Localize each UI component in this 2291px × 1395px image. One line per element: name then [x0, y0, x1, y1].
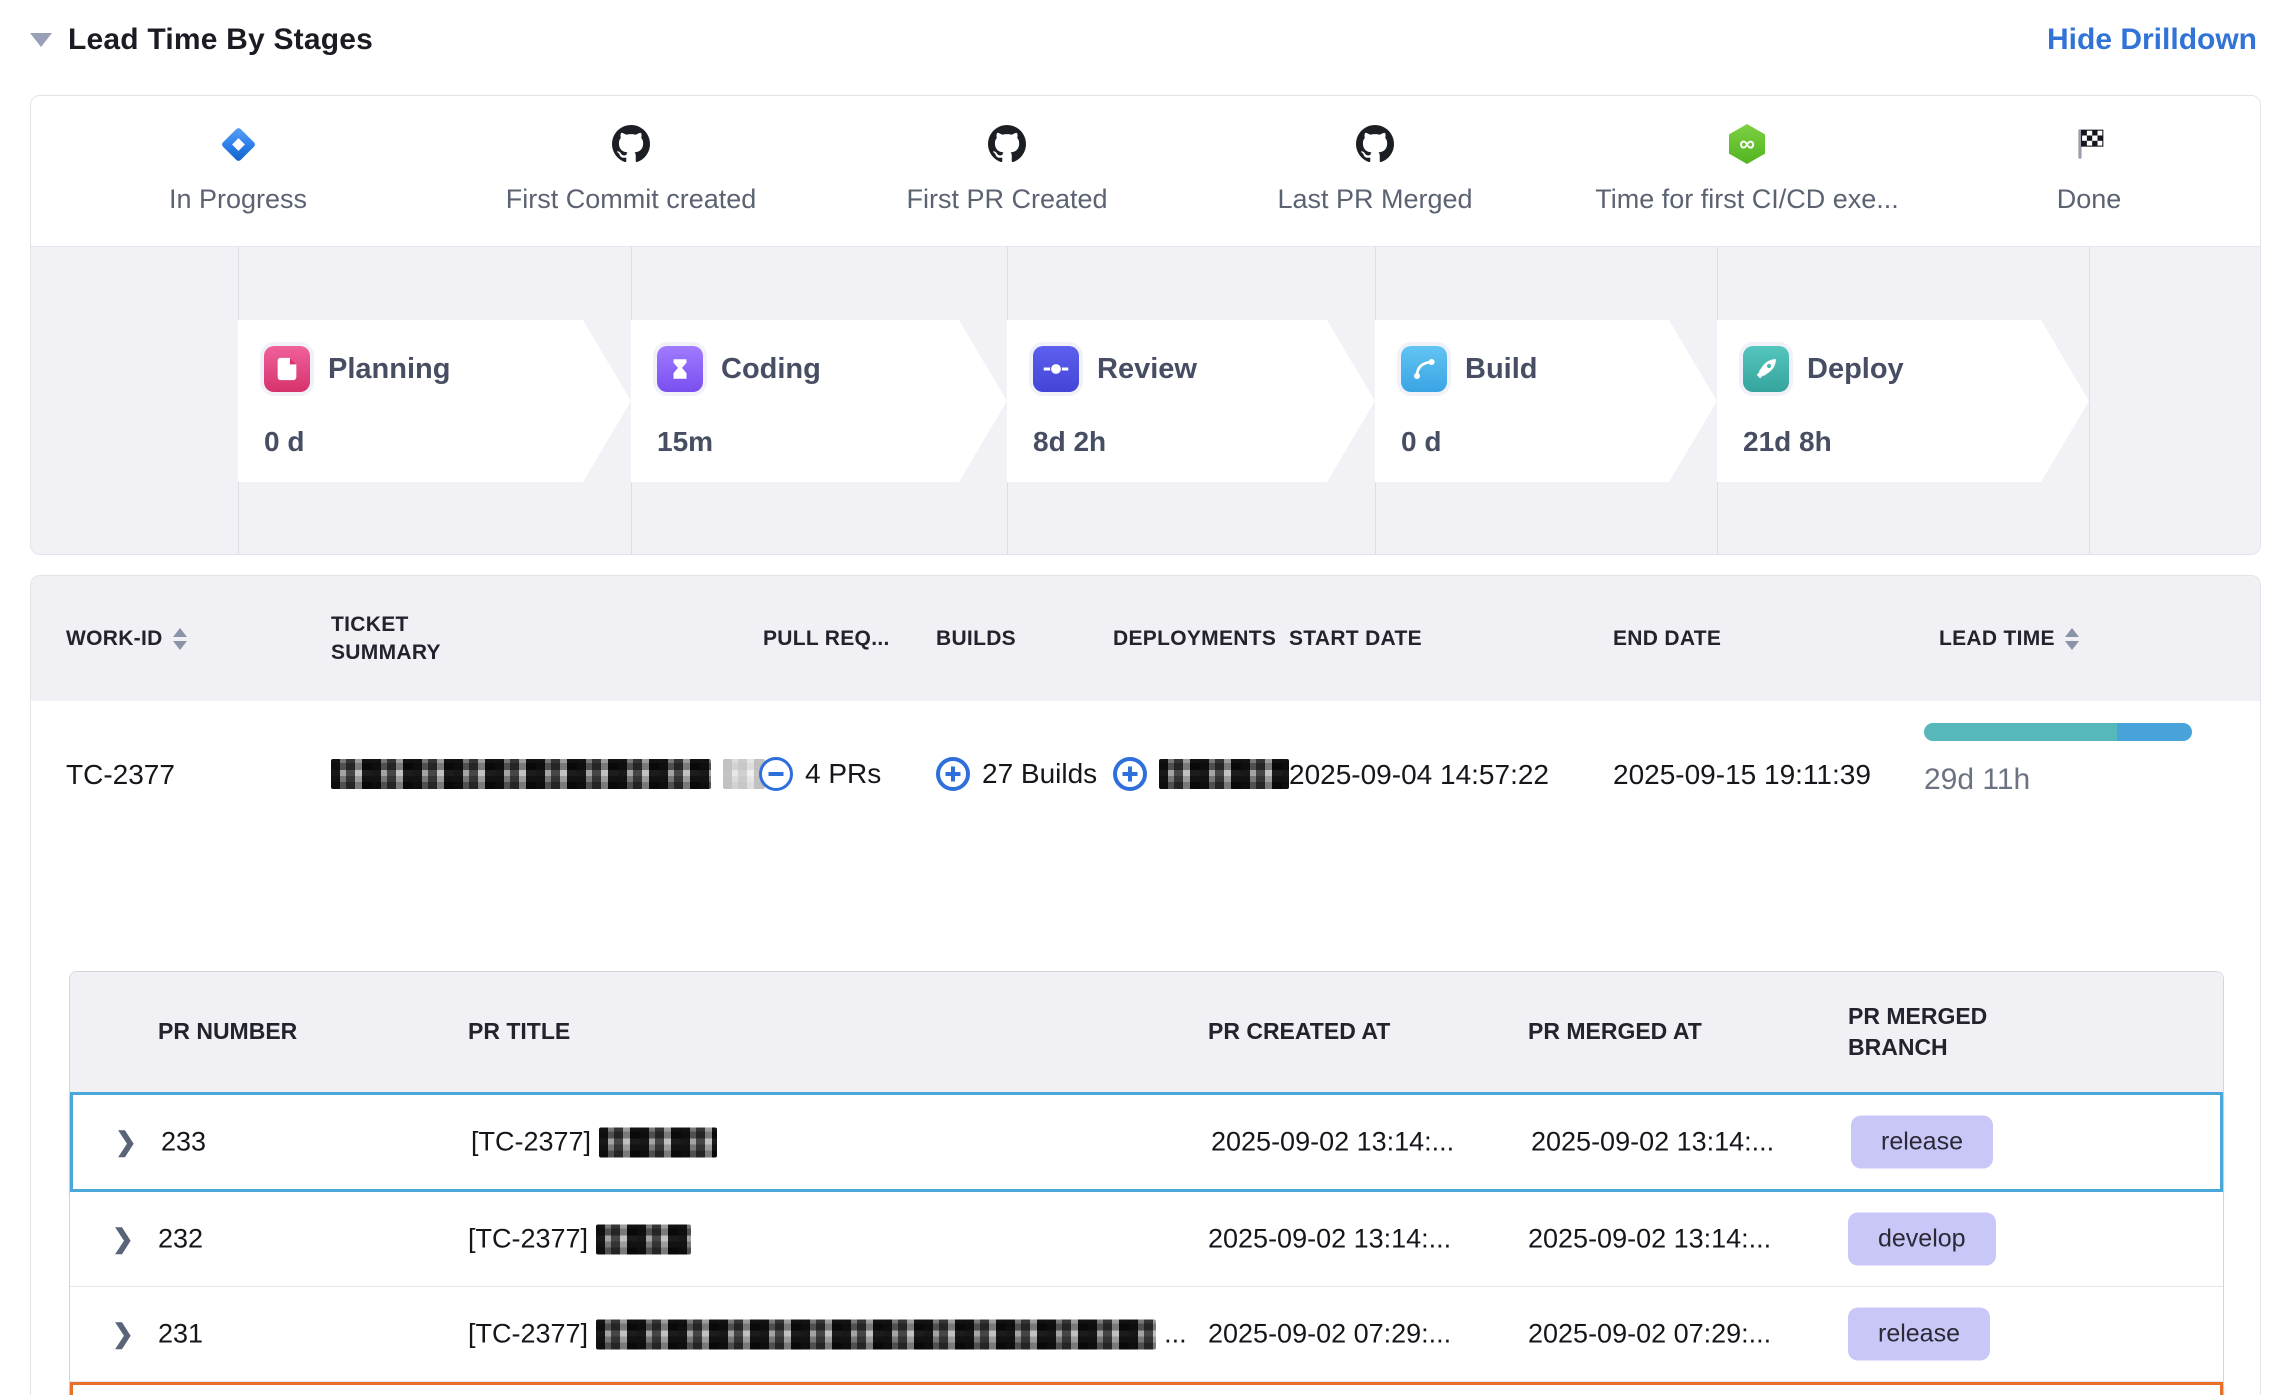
col-ticket-summary: TICKET SUMMARY: [331, 576, 511, 701]
branch-badge: release: [1851, 1116, 1993, 1169]
pr-created-at: 2025-09-02 13:14:...: [1208, 1224, 1451, 1255]
milestone-done: Done: [1909, 118, 2261, 215]
col-pr-number: PR NUMBER: [158, 972, 297, 1092]
work-id-cell: TC-2377: [66, 759, 175, 791]
lead-time-value: 29d 11h: [1924, 763, 2192, 797]
pr-created-at: 2025-09-02 07:29:...: [1208, 1319, 1451, 1350]
stage-duration: 21d 8h: [1743, 426, 2089, 458]
pr-title: [TC-2377] ...: [468, 1319, 1187, 1350]
github-icon: [827, 118, 1187, 170]
pipeline-icon: [1401, 346, 1447, 392]
milestone-last-pr-merged: Last PR Merged: [1195, 118, 1555, 215]
pr-row-230[interactable]: 230 [TC-2377] ... 2025-08-25 10:50:... N…: [70, 1382, 2223, 1395]
lead-time-stages-card: In Progress First Commit created First P…: [30, 95, 2261, 555]
milestones-row: In Progress First Commit created First P…: [31, 96, 2260, 246]
stage-deploy[interactable]: Deploy 21d 8h: [1717, 320, 2089, 482]
cicd-infinity-icon: [1567, 118, 1927, 170]
pr-branch-badge: release: [1848, 1308, 1990, 1361]
col-pr-created-at: PR CREATED AT: [1208, 972, 1390, 1092]
col-pr-merged-at: PR MERGED AT: [1528, 972, 1702, 1092]
stage-build[interactable]: Build 0 d: [1375, 320, 1717, 482]
note-icon: [264, 346, 310, 392]
chevron-right-icon[interactable]: [112, 1319, 134, 1350]
lead-time-cell: 29d 11h: [1924, 723, 2192, 797]
stage-duration: 0 d: [1401, 426, 1717, 458]
col-end-date: END DATE: [1613, 576, 1721, 701]
ticket-summary-redacted: [331, 759, 765, 789]
sort-icon[interactable]: [2065, 628, 2079, 650]
stage-duration: 0 d: [264, 426, 631, 458]
stage-coding[interactable]: Coding 15m: [631, 320, 1007, 482]
commit-icon: [1033, 346, 1079, 392]
collapse-triangle-icon[interactable]: [30, 33, 52, 47]
lead-time-bar: [1924, 723, 2192, 741]
col-lead-time[interactable]: LEAD TIME: [1939, 576, 2079, 701]
milestone-cicd: Time for first CI/CD exe...: [1567, 118, 1927, 215]
pr-row-233[interactable]: 233 [TC-2377] 2025-09-02 13:14:... 2025-…: [70, 1092, 2223, 1192]
milestone-first-commit: First Commit created: [451, 118, 811, 215]
rocket-icon: [1743, 346, 1789, 392]
work-table-header: WORK-ID TICKET SUMMARY PULL REQ... BUILD…: [31, 576, 2260, 701]
pr-branch-badge: develop: [1848, 1213, 1996, 1266]
hourglass-icon: [657, 346, 703, 392]
work-row-tc-2377[interactable]: TC-2377 4 PRs 27 Builds 2025-09-04 14:57…: [31, 701, 2260, 846]
section-header: Lead Time By Stages Hide Drilldown: [0, 0, 2291, 62]
jira-diamond-icon: [58, 118, 418, 170]
chevron-right-icon[interactable]: [112, 1224, 134, 1255]
pr-branch-badge: release: [1851, 1116, 1993, 1169]
checkered-flag-icon: [1909, 118, 2261, 170]
end-date-cell: 2025-09-15 19:11:39: [1613, 759, 1871, 791]
start-date-cell: 2025-09-04 14:57:22: [1289, 759, 1549, 791]
deployments-cell[interactable]: [1113, 757, 1289, 791]
stage-review[interactable]: Review 8d 2h: [1007, 320, 1375, 482]
plus-circle-icon[interactable]: [936, 757, 970, 791]
col-deployments: DEPLOYMENTS: [1113, 576, 1276, 701]
milestone-in-progress: In Progress: [58, 118, 418, 215]
hide-drilldown-link[interactable]: Hide Drilldown: [2047, 23, 2257, 57]
pr-merged-at: 2025-09-02 13:14:...: [1528, 1224, 1771, 1255]
pr-created-at: 2025-09-02 13:14:...: [1211, 1127, 1454, 1158]
pr-row-232[interactable]: 232 [TC-2377] 2025-09-02 13:14:... 2025-…: [70, 1192, 2223, 1287]
sort-icon[interactable]: [173, 628, 187, 650]
col-pull-requests: PULL REQ...: [763, 576, 890, 701]
stage-duration: 15m: [657, 426, 1007, 458]
branch-badge: release: [1848, 1308, 1990, 1361]
milestone-first-pr: First PR Created: [827, 118, 1187, 215]
col-pr-title: PR TITLE: [468, 972, 570, 1092]
minus-circle-icon[interactable]: [759, 757, 793, 791]
pr-table: PR NUMBER PR TITLE PR CREATED AT PR MERG…: [69, 971, 2224, 1395]
work-items-table: WORK-ID TICKET SUMMARY PULL REQ... BUILD…: [30, 575, 2261, 1395]
pr-number: 233: [161, 1127, 206, 1158]
chevron-right-icon[interactable]: [115, 1127, 137, 1158]
plus-circle-icon[interactable]: [1113, 757, 1147, 791]
col-start-date: START DATE: [1289, 576, 1422, 701]
col-builds: BUILDS: [936, 576, 1016, 701]
github-icon: [451, 118, 811, 170]
pull-requests-cell[interactable]: 4 PRs: [759, 757, 881, 791]
pr-merged-at: 2025-09-02 13:14:...: [1531, 1127, 1774, 1158]
stage-duration: 8d 2h: [1033, 426, 1375, 458]
pr-merged-at: 2025-09-02 07:29:...: [1528, 1319, 1771, 1350]
pr-number: 231: [158, 1319, 203, 1350]
github-icon: [1195, 118, 1555, 170]
col-pr-merged-branch: PR MERGED BRANCH: [1848, 972, 2008, 1092]
pr-row-231[interactable]: 231 [TC-2377] ... 2025-09-02 07:29:... 2…: [70, 1287, 2223, 1382]
builds-cell[interactable]: 27 Builds: [936, 757, 1097, 791]
stage-planning[interactable]: Planning 0 d: [238, 320, 631, 482]
stage-band: Planning 0 d Coding 15m Review 8d 2h: [31, 246, 2260, 555]
branch-badge: develop: [1848, 1213, 1996, 1266]
col-work-id[interactable]: WORK-ID: [66, 576, 187, 701]
pr-number: 232: [158, 1224, 203, 1255]
page-title: Lead Time By Stages: [68, 23, 373, 57]
pr-title: [TC-2377]: [468, 1224, 699, 1255]
pr-table-header: PR NUMBER PR TITLE PR CREATED AT PR MERG…: [70, 972, 2223, 1092]
pr-title: [TC-2377]: [471, 1127, 725, 1158]
